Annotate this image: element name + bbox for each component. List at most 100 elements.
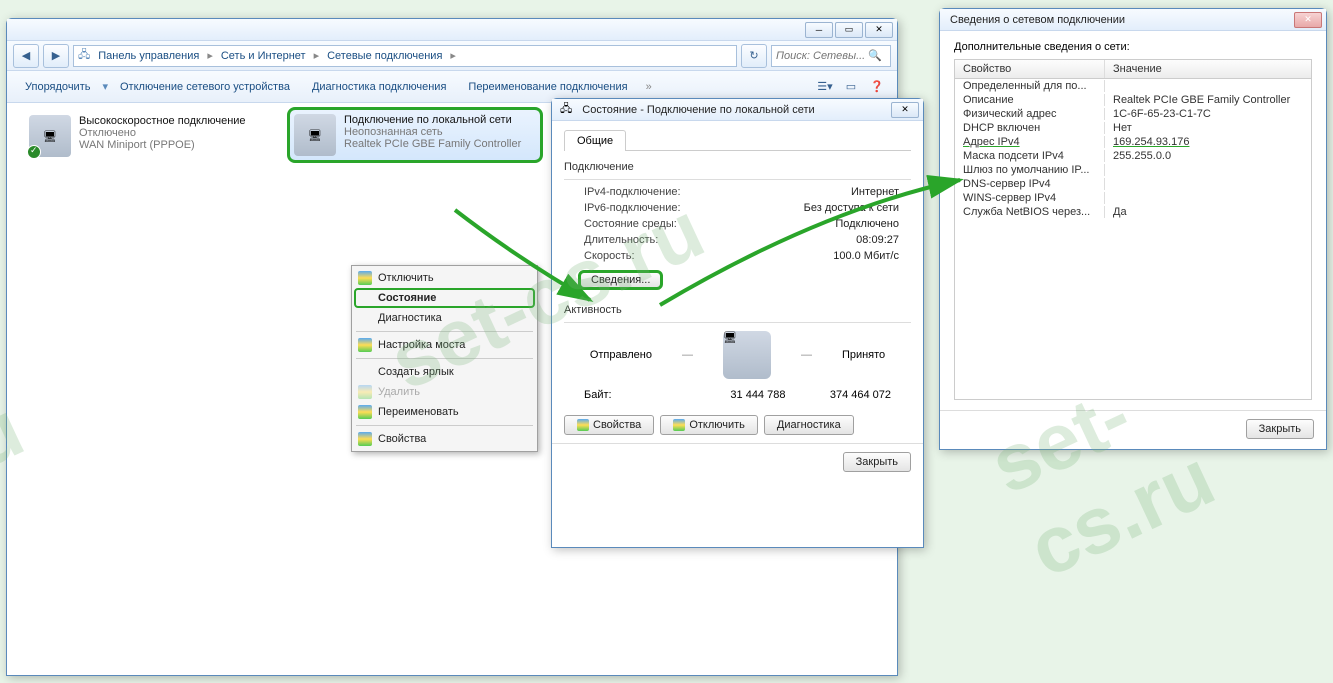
info-label: Длительность: — [584, 234, 658, 246]
refresh-button[interactable]: ↻ — [741, 44, 767, 68]
info-value: 08:09:27 — [856, 234, 899, 246]
address-bar[interactable]: 🖧 Панель управления ▸ Сеть и Интернет ▸ … — [73, 45, 737, 67]
shield-icon — [358, 271, 372, 285]
ctx-status[interactable]: Состояние — [354, 288, 535, 308]
separator — [564, 179, 911, 180]
search-box[interactable]: 🔍 — [771, 45, 891, 67]
ctx-bridge[interactable]: Настройка моста — [354, 335, 535, 355]
info-value: Подключено — [835, 218, 899, 230]
bytes-label: Байт: — [584, 389, 680, 401]
info-row: Скорость: 100.0 Мбит/с — [564, 248, 911, 264]
ctx-disable[interactable]: Отключить — [354, 268, 535, 288]
connection-icon: 🖥 — [294, 114, 336, 156]
ctx-properties[interactable]: Свойства — [354, 429, 535, 449]
explorer-nav-row: ◀ ▶ 🖧 Панель управления ▸ Сеть и Интерне… — [7, 41, 897, 71]
connection-item-lan[interactable]: 🖥 Подключение по локальной сети Неопозна… — [287, 107, 543, 163]
info-value: 100.0 Мбит/с — [833, 250, 899, 262]
view-icon[interactable]: ☰▾ — [813, 76, 837, 98]
prop-name: Служба NetBIOS через... — [955, 206, 1105, 218]
info-label: IPv4-подключение: — [584, 186, 681, 198]
group-activity: Активность — [564, 304, 911, 316]
help-icon[interactable]: ❓ — [865, 76, 889, 98]
table-row: Адрес IPv4169.254.93.176 — [955, 135, 1311, 149]
chevron-right-icon: ▸ — [207, 49, 213, 62]
shield-icon — [358, 405, 372, 419]
ctx-label: Настройка моста — [378, 339, 465, 351]
status-title: Состояние - Подключение по локальной сет… — [576, 104, 891, 116]
connection-item-wan[interactable]: 🖥 Высокоскоростное подключение Отключено… — [25, 111, 275, 161]
diagnose-button[interactable]: Диагностика — [764, 415, 854, 435]
search-input[interactable] — [776, 50, 868, 62]
ctx-rename[interactable]: Переименовать — [354, 402, 535, 422]
crumb-2[interactable]: Сетевые подключения — [323, 50, 446, 62]
col-value: Значение — [1105, 60, 1311, 78]
tab-general[interactable]: Общие — [564, 130, 626, 151]
connection-device: WAN Miniport (PPPOE) — [79, 139, 246, 151]
prop-value: 255.255.0.0 — [1105, 150, 1311, 162]
info-label: Скорость: — [584, 250, 635, 262]
close-button[interactable]: ✕ — [1294, 12, 1322, 28]
shield-icon — [358, 338, 372, 352]
shield-icon — [27, 145, 41, 159]
ctx-diagnose[interactable]: Диагностика — [354, 308, 535, 328]
btn-label: Отключить — [689, 419, 745, 431]
disable-button[interactable]: Отключить — [660, 415, 758, 435]
info-value: Интернет — [851, 186, 899, 198]
group-connection: Подключение — [564, 161, 911, 173]
preview-pane-icon[interactable]: ▭ — [839, 76, 863, 98]
prop-name: Маска подсети IPv4 — [955, 150, 1105, 162]
prop-value: Realtek PCIe GBE Family Controller — [1105, 94, 1311, 106]
toolbar-diagnose[interactable]: Диагностика подключения — [302, 77, 456, 97]
prop-name: DHCP включен — [955, 122, 1105, 134]
table-row: WINS-сервер IPv4 — [955, 191, 1311, 205]
prop-value: Нет — [1105, 122, 1311, 134]
prop-value — [1105, 164, 1311, 176]
close-button[interactable]: ✕ — [891, 102, 919, 118]
info-label: IPv6-подключение: — [584, 202, 681, 214]
back-button[interactable]: ◀ — [13, 44, 39, 68]
connection-name: Высокоскоростное подключение — [79, 115, 246, 127]
toolbar-overflow[interactable]: » — [640, 81, 658, 93]
ctx-separator — [356, 358, 533, 359]
info-value: Без доступа к сети — [804, 202, 899, 214]
details-button[interactable]: Сведения... — [578, 270, 663, 290]
ctx-separator — [356, 331, 533, 332]
info-row: Длительность: 08:09:27 — [564, 232, 911, 248]
ctx-label: Отключить — [378, 272, 434, 284]
maximize-button[interactable]: ▭ — [835, 22, 863, 38]
details-title: Сведения о сетевом подключении — [944, 14, 1294, 26]
close-button-footer[interactable]: Закрыть — [1246, 419, 1314, 439]
info-row: IPv4-подключение: Интернет — [564, 184, 911, 200]
table-row: DNS-сервер IPv4 — [955, 177, 1311, 191]
connection-icon: 🖥 — [29, 115, 71, 157]
recv-label: Принято — [842, 349, 885, 361]
toolbar-disable[interactable]: Отключение сетевого устройства — [110, 77, 300, 97]
info-row: IPv6-подключение: Без доступа к сети — [564, 200, 911, 216]
explorer-titlebar: ─ ▭ ✕ — [7, 19, 897, 41]
close-button-footer[interactable]: Закрыть — [843, 452, 911, 472]
crumb-1[interactable]: Сеть и Интернет — [217, 50, 310, 62]
table-row: Маска подсети IPv4255.255.0.0 — [955, 149, 1311, 163]
btn-label: Свойства — [593, 419, 641, 431]
network-icon: 🖧 — [556, 100, 576, 119]
forward-button[interactable]: ▶ — [43, 44, 69, 68]
ctx-label: Диагностика — [378, 312, 442, 324]
minimize-button[interactable]: ─ — [805, 22, 833, 38]
shield-icon — [673, 419, 685, 431]
properties-button[interactable]: Свойства — [564, 415, 654, 435]
activity-icon: 🖥 — [723, 331, 771, 379]
prop-value — [1105, 80, 1311, 92]
close-button[interactable]: ✕ — [865, 22, 893, 38]
toolbar-organize[interactable]: Упорядочить — [15, 77, 100, 97]
chevron-right-icon: ▸ — [450, 49, 456, 62]
crumb-0[interactable]: Панель управления — [94, 50, 203, 62]
ctx-label: Свойства — [378, 433, 426, 445]
tab-row: Общие — [564, 129, 911, 151]
ctx-shortcut[interactable]: Создать ярлык — [354, 362, 535, 382]
details-rows: Определенный для по...ОписаниеRealtek PC… — [955, 79, 1311, 399]
prop-name: Шлюз по умолчанию IP... — [955, 164, 1105, 176]
toolbar-rename[interactable]: Переименование подключения — [458, 77, 637, 97]
table-row: Физический адрес1C-6F-65-23-C1-7C — [955, 107, 1311, 121]
details-footer: Закрыть — [940, 410, 1326, 447]
shield-icon — [358, 385, 372, 399]
